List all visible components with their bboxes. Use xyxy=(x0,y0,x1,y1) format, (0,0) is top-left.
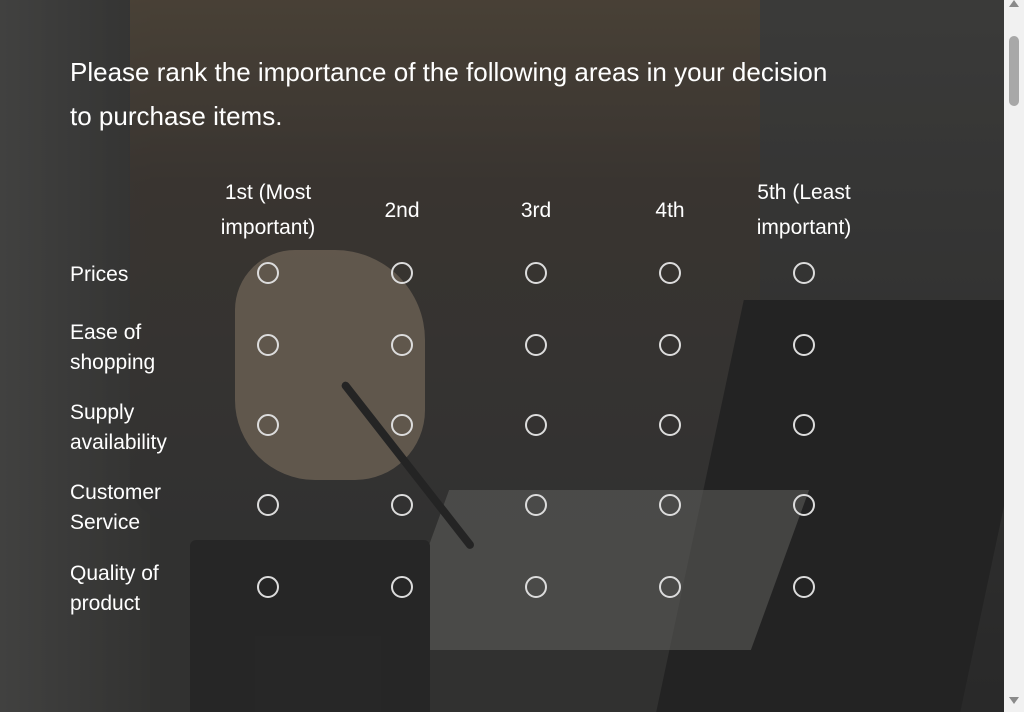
column-header-2nd: 2nd xyxy=(384,198,420,222)
matrix-row-ease-of-shopping: Ease of shopping xyxy=(70,305,871,390)
scroll-up-arrow-icon[interactable] xyxy=(1009,0,1019,7)
ranking-matrix: 1st (Most important) 2nd 3rd 4th 5th (Le… xyxy=(70,175,871,628)
row-label: Customer Service xyxy=(70,480,162,534)
radio-ease-5th[interactable] xyxy=(793,334,815,356)
radio-service-3rd[interactable] xyxy=(525,494,547,516)
radio-quality-5th[interactable] xyxy=(793,575,815,598)
radio-ease-4th[interactable] xyxy=(659,334,681,356)
scroll-thumb[interactable] xyxy=(1009,36,1019,106)
column-header-5th: 5th (Least important) xyxy=(756,181,852,239)
radio-quality-3rd[interactable] xyxy=(525,575,547,598)
radio-service-4th[interactable] xyxy=(659,494,681,516)
radio-service-1st[interactable] xyxy=(257,494,279,516)
radio-quality-2nd[interactable] xyxy=(391,575,413,598)
vertical-scrollbar[interactable] xyxy=(1004,0,1024,712)
column-header-row: 1st (Most important) 2nd 3rd 4th 5th (Le… xyxy=(70,175,871,245)
radio-supply-4th[interactable] xyxy=(659,414,681,436)
radio-supply-2nd[interactable] xyxy=(391,414,413,436)
radio-prices-2nd[interactable] xyxy=(391,261,413,284)
radio-quality-1st[interactable] xyxy=(257,575,279,598)
radio-ease-1st[interactable] xyxy=(257,334,279,356)
column-header-3rd: 3rd xyxy=(520,198,552,222)
radio-service-5th[interactable] xyxy=(793,494,815,516)
corner-cell xyxy=(70,175,201,245)
radio-ease-2nd[interactable] xyxy=(391,334,413,356)
radio-supply-5th[interactable] xyxy=(793,414,815,436)
scroll-down-arrow-icon[interactable] xyxy=(1009,697,1019,704)
column-header-4th: 4th xyxy=(655,198,685,222)
radio-service-2nd[interactable] xyxy=(391,494,413,516)
radio-prices-1st[interactable] xyxy=(257,261,279,284)
matrix-row-quality-of-product: Quality of product xyxy=(70,550,871,628)
radio-prices-5th[interactable] xyxy=(793,261,815,284)
radio-prices-3rd[interactable] xyxy=(525,261,547,284)
radio-supply-1st[interactable] xyxy=(257,414,279,436)
row-label: Quality of product xyxy=(70,562,159,615)
radio-supply-3rd[interactable] xyxy=(525,414,547,436)
radio-ease-3rd[interactable] xyxy=(525,334,547,356)
row-label: Prices xyxy=(70,263,129,286)
matrix-row-customer-service: Customer Service xyxy=(70,465,871,550)
radio-quality-4th[interactable] xyxy=(659,575,681,598)
survey-question-block: Please rank the importance of the follow… xyxy=(70,50,970,615)
column-header-1st: 1st (Most important) xyxy=(220,181,316,239)
matrix-row-supply-availability: Supply availability xyxy=(70,390,871,465)
row-label: Supply availability xyxy=(70,400,167,454)
radio-prices-4th[interactable] xyxy=(659,261,681,284)
row-label: Ease of shopping xyxy=(70,320,156,374)
matrix-row-prices: Prices xyxy=(70,245,871,305)
question-text: Please rank the importance of the follow… xyxy=(70,57,828,131)
